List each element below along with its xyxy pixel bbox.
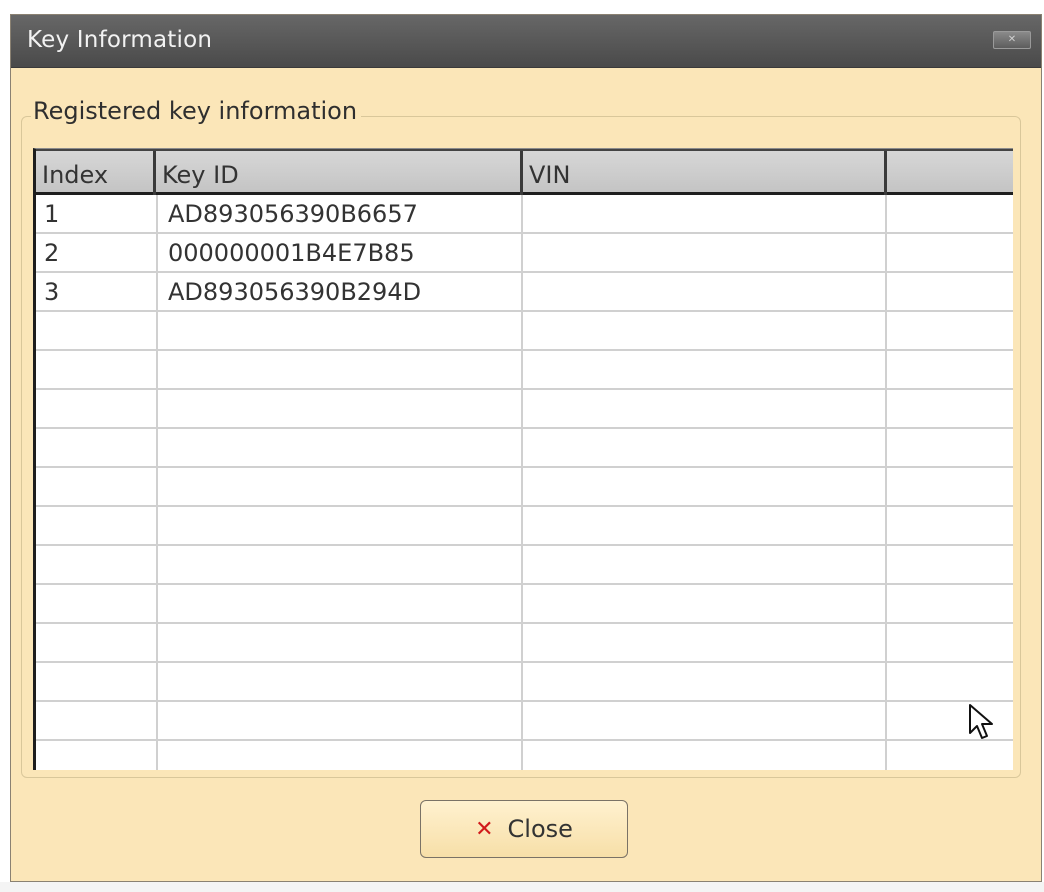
column-header-extra[interactable]	[887, 151, 1013, 195]
table-row-empty[interactable]	[36, 741, 1013, 770]
row-vin	[525, 195, 533, 232]
table-header: Index Key ID VIN	[36, 149, 1013, 195]
table-row[interactable]: 1 AD893056390B6657	[36, 195, 1013, 234]
window-title: Key Information	[27, 27, 213, 53]
group-label: Registered key information	[31, 97, 362, 125]
table-row[interactable]: 3 AD893056390B294D	[36, 273, 1013, 312]
screen-edge	[0, 882, 1044, 892]
table-row-empty[interactable]	[36, 429, 1013, 468]
table-row[interactable]: 2 000000001B4E7B85	[36, 234, 1013, 273]
table-row-empty[interactable]	[36, 663, 1013, 702]
table-row-empty[interactable]	[36, 546, 1013, 585]
row-key-id: 000000001B4E7B85	[168, 239, 415, 267]
row-key-id: AD893056390B294D	[168, 278, 422, 306]
row-key-id: AD893056390B6657	[168, 200, 418, 228]
row-index: 2	[44, 239, 60, 267]
table-row-empty[interactable]	[36, 507, 1013, 546]
close-button-label: Close	[507, 815, 573, 843]
table-row-empty[interactable]	[36, 702, 1013, 741]
window-close-icon[interactable]: ✕	[993, 31, 1031, 49]
row-index: 1	[44, 200, 60, 228]
column-header-vin[interactable]: VIN	[523, 151, 887, 195]
row-vin	[525, 234, 533, 271]
table-row-empty[interactable]	[36, 468, 1013, 507]
table-row-empty[interactable]	[36, 624, 1013, 663]
key-table: Index Key ID VIN 1 AD893056390B6657 2 00…	[33, 148, 1013, 770]
row-index: 3	[44, 278, 60, 306]
row-vin	[525, 273, 533, 310]
column-header-key-id[interactable]: Key ID	[156, 151, 523, 195]
title-bar[interactable]: Key Information ✕	[11, 15, 1041, 68]
column-header-index[interactable]: Index	[36, 151, 156, 195]
key-information-dialog: Key Information ✕ Registered key informa…	[10, 14, 1042, 882]
table-row-empty[interactable]	[36, 390, 1013, 429]
table-row-empty[interactable]	[36, 351, 1013, 390]
mouse-cursor-icon	[969, 704, 993, 739]
table-row-empty[interactable]	[36, 312, 1013, 351]
close-button[interactable]: ✕ Close	[420, 800, 628, 858]
red-x-icon: ✕	[475, 816, 494, 842]
table-row-empty[interactable]	[36, 585, 1013, 624]
